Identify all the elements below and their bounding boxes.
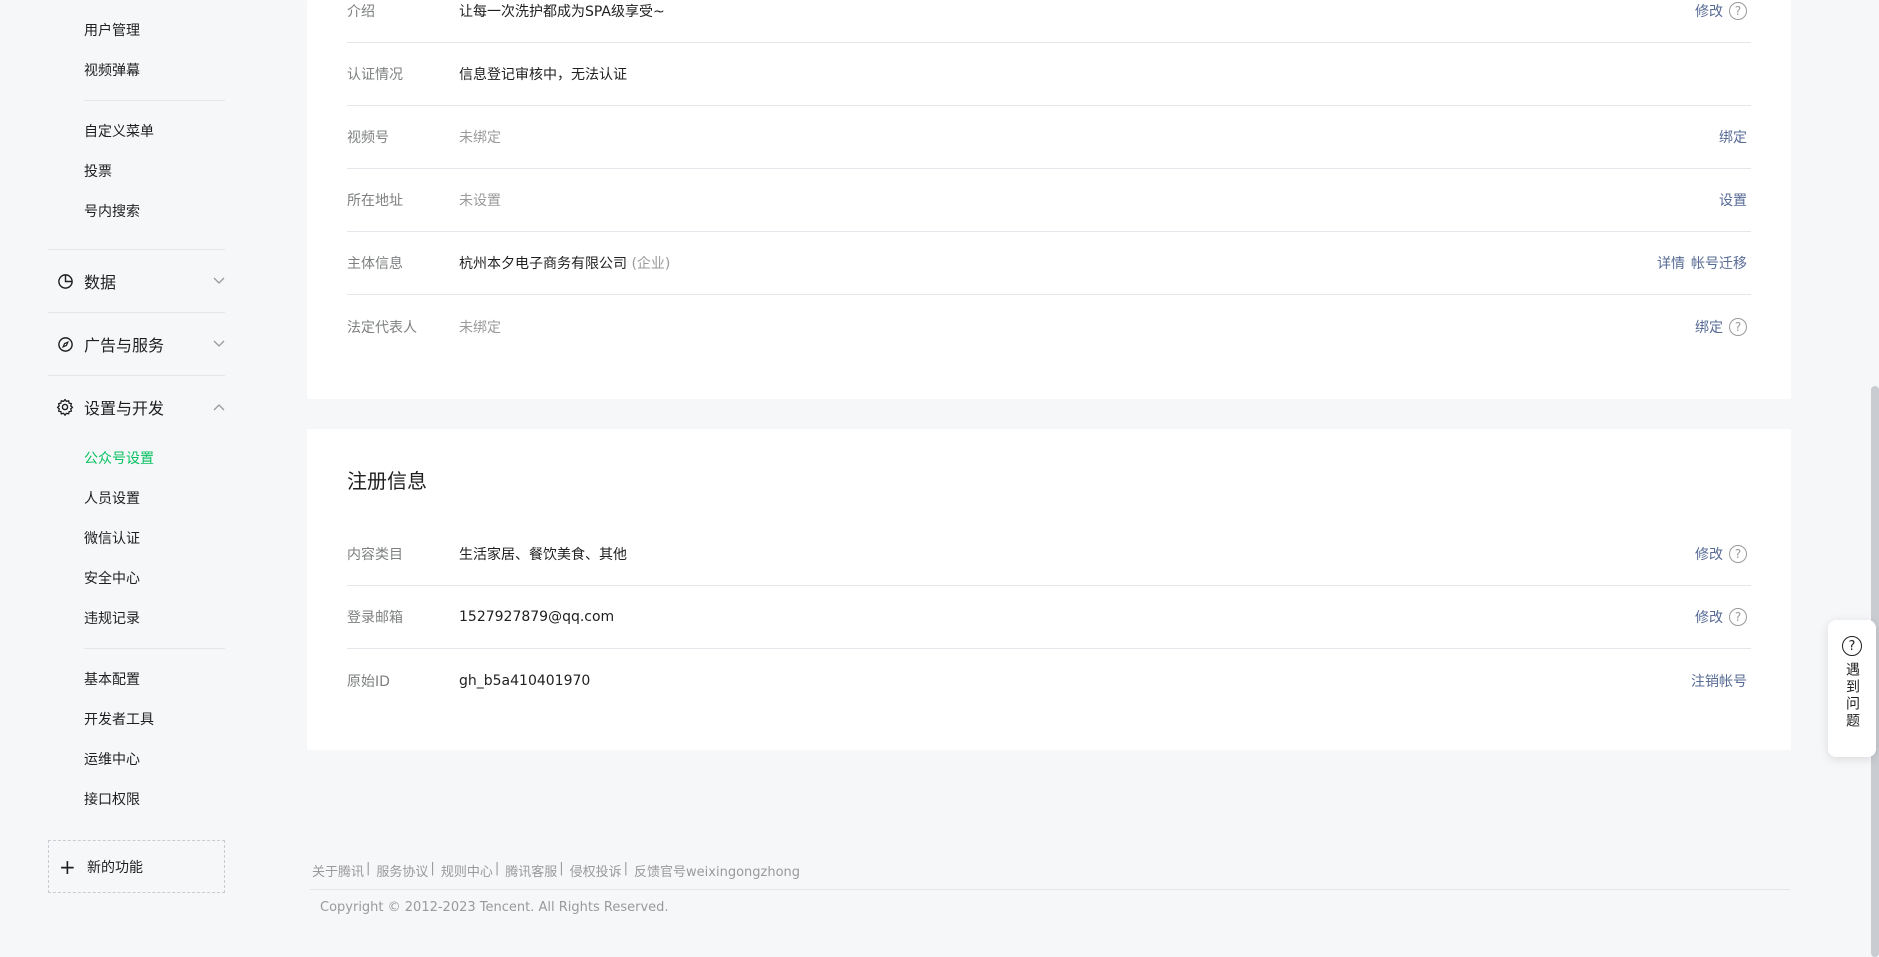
pie-chart-icon (56, 272, 74, 290)
sidebar-group-label: 广告与服务 (84, 336, 165, 355)
edit-category-link[interactable]: 修改 (1695, 544, 1723, 564)
footer-links: 关于腾讯 | 服务协议 | 规则中心 | 腾讯客服 | 侵权投诉 | 反馈官号weixin… (312, 861, 800, 880)
info-row-intro: 介绍 让每一次洗护都成为SPA级享受~ 修改 ? (347, 0, 1751, 43)
sidebar-item-vote[interactable]: 投票 (84, 161, 112, 181)
footer-link-feedback[interactable]: 反馈官号weixingongzhong (634, 861, 800, 880)
entity-details-link[interactable]: 详情 (1657, 253, 1685, 273)
row-value: 让每一次洗护都成为SPA级享受~ (459, 4, 665, 20)
row-label: 内容类目 (347, 547, 403, 563)
plus-icon: + (59, 854, 76, 879)
row-value: 杭州本夕电子商务有限公司 (企业) (459, 253, 1657, 273)
edit-intro-link[interactable]: 修改 (1695, 1, 1723, 21)
row-value: 信息登记审核中，无法认证 (459, 67, 627, 83)
row-value: 未绑定 (459, 130, 501, 146)
row-value: 生活家居、餐饮美食、其他 (459, 547, 627, 563)
gear-icon (56, 398, 74, 416)
new-feature-label: 新的功能 (87, 859, 143, 876)
sidebar-group-data[interactable]: 数据 (56, 267, 226, 295)
sidebar-item-in-account-search[interactable]: 号内搜索 (84, 201, 140, 221)
row-label: 主体信息 (347, 256, 403, 272)
chevron-up-icon (212, 400, 226, 414)
footer-link-rules[interactable]: 规则中心 (441, 861, 493, 880)
footer-separator: | (559, 861, 564, 876)
question-icon: ? (1842, 636, 1862, 656)
compass-icon (56, 335, 74, 353)
chevron-down-icon (212, 337, 226, 351)
row-label: 介绍 (347, 4, 375, 20)
row-value: gh_b5a410401970 (459, 672, 591, 689)
sidebar-item-user-management[interactable]: 用户管理 (84, 20, 140, 40)
row-label: 视频号 (347, 130, 389, 146)
sidebar-item-wechat-verification[interactable]: 微信认证 (84, 528, 140, 548)
row-label: 法定代表人 (347, 319, 417, 336)
question-icon[interactable]: ? (1729, 317, 1747, 336)
entity-type-note: (企业) (631, 256, 671, 272)
sidebar-item-custom-menu[interactable]: 自定义菜单 (84, 121, 154, 141)
sidebar-item-personnel-settings[interactable]: 人员设置 (84, 488, 140, 508)
edit-email-link[interactable]: 修改 (1695, 607, 1723, 627)
cancel-account-link[interactable]: 注销帐号 (1691, 671, 1747, 691)
chevron-down-icon (212, 274, 226, 288)
row-value: 1527927879@qq.com (459, 609, 615, 625)
footer-link-terms[interactable]: 服务协议 (376, 861, 428, 880)
reg-row-email: 登录邮箱 1527927879@qq.com 修改 ? (347, 586, 1751, 649)
sidebar-item-account-settings[interactable]: 公众号设置 (84, 448, 154, 468)
info-row-address: 所在地址 未设置 设置 (347, 169, 1751, 232)
question-icon[interactable]: ? (1729, 2, 1747, 20)
sidebar-item-video-danmaku[interactable]: 视频弹幕 (84, 60, 140, 80)
sidebar-item-violation-records[interactable]: 违规记录 (84, 608, 140, 628)
sidebar-group-divider (48, 375, 225, 376)
bind-legal-rep-link[interactable]: 绑定 (1695, 317, 1723, 337)
sidebar-divider (84, 100, 225, 101)
sidebar-group-settings-dev[interactable]: 设置与开发 (56, 393, 226, 421)
info-row-verification: 认证情况 信息登记审核中，无法认证 (347, 43, 1751, 106)
footer-separator: | (623, 861, 629, 876)
sidebar-item-basic-config[interactable]: 基本配置 (84, 669, 140, 689)
question-icon[interactable]: ? (1729, 608, 1747, 626)
footer-link-infringement[interactable]: 侵权投诉 (570, 861, 622, 880)
row-value: 未设置 (459, 193, 501, 209)
row-value: 未绑定 (459, 319, 501, 336)
info-row-legal-rep: 法定代表人 未绑定 绑定 ? (347, 295, 1751, 358)
row-label: 原始ID (347, 673, 390, 690)
sidebar-divider (84, 648, 225, 649)
footer-link-support[interactable]: 腾讯客服 (505, 861, 557, 880)
registration-info-card: 注册信息 内容类目 生活家居、餐饮美食、其他 修改 ? 登录邮箱 1527927… (307, 429, 1791, 750)
sidebar-group-ads-services[interactable]: 广告与服务 (56, 330, 226, 358)
info-row-entity: 主体信息 杭州本夕电子商务有限公司 (企业) 详情 帐号迁移 (347, 232, 1751, 295)
new-feature-button[interactable]: + 新的功能 (48, 840, 225, 893)
sidebar-item-security-center[interactable]: 安全中心 (84, 568, 140, 588)
copyright-text: Copyright © 2012-2023 Tencent. All Right… (320, 900, 669, 915)
info-row-channels: 视频号 未绑定 绑定 (347, 106, 1751, 169)
account-info-card: 介绍 让每一次洗护都成为SPA级享受~ 修改 ? 认证情况 信息登记审核中，无法… (307, 0, 1791, 399)
footer-separator: | (494, 861, 500, 876)
sidebar-group-divider (48, 312, 225, 313)
reg-row-original-id: 原始ID gh_b5a410401970 注销帐号 (347, 649, 1751, 712)
question-icon[interactable]: ? (1729, 545, 1747, 563)
sidebar-group-label: 设置与开发 (84, 399, 165, 418)
sidebar-item-api-permissions[interactable]: 接口权限 (84, 789, 140, 809)
bind-channels-link[interactable]: 绑定 (1719, 127, 1747, 147)
sidebar: 用户管理 视频弹幕 自定义菜单 投票 号内搜索 数据 广告与服务 设置与开发 公… (0, 0, 280, 957)
row-label: 所在地址 (347, 193, 403, 209)
sidebar-item-ops-center[interactable]: 运维中心 (84, 749, 140, 769)
entity-name: 杭州本夕电子商务有限公司 (459, 256, 627, 272)
reg-row-category: 内容类目 生活家居、餐饮美食、其他 修改 ? (347, 523, 1751, 586)
footer-link-about[interactable]: 关于腾讯 (312, 861, 364, 880)
help-label: 遇到问题 (1844, 662, 1860, 730)
set-address-link[interactable]: 设置 (1719, 190, 1747, 210)
footer-separator: | (366, 861, 371, 876)
registration-title: 注册信息 (347, 469, 427, 493)
footer-divider (310, 889, 1790, 890)
sidebar-group-divider (48, 249, 225, 250)
row-label: 登录邮箱 (347, 610, 403, 626)
sidebar-item-developer-tools[interactable]: 开发者工具 (84, 709, 154, 729)
footer-separator: | (430, 861, 435, 876)
row-label: 认证情况 (347, 67, 403, 83)
sidebar-group-label: 数据 (84, 273, 117, 292)
account-migration-link[interactable]: 帐号迁移 (1691, 253, 1747, 273)
help-float-button[interactable]: ? 遇到问题 (1828, 620, 1876, 757)
